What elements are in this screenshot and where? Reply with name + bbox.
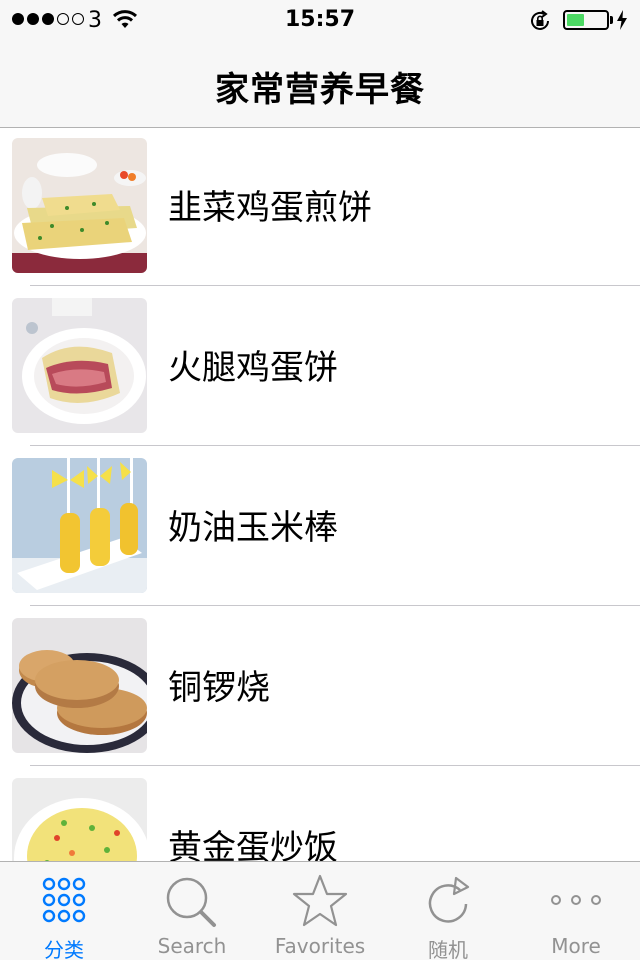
tab-more[interactable]: More bbox=[512, 862, 640, 961]
recipe-name: 铜锣烧 bbox=[168, 668, 270, 708]
list-item[interactable]: 火腿鸡蛋饼 bbox=[0, 288, 640, 448]
tab-label: 随机 bbox=[428, 938, 468, 962]
search-icon bbox=[166, 877, 216, 927]
row-separator bbox=[30, 285, 640, 286]
row-separator bbox=[30, 445, 640, 446]
row-separator bbox=[30, 605, 640, 606]
recipe-thumbnail bbox=[12, 778, 147, 861]
tab-bar: 分类 Search Favorites 随机 More bbox=[0, 861, 640, 962]
tab-categories[interactable]: 分类 bbox=[0, 862, 128, 962]
tab-favorites[interactable]: Favorites bbox=[256, 862, 384, 961]
tab-search[interactable]: Search bbox=[128, 862, 256, 961]
recipe-thumbnail bbox=[12, 138, 147, 273]
list-item[interactable]: 韭菜鸡蛋煎饼 bbox=[0, 128, 640, 288]
row-separator bbox=[30, 765, 640, 766]
refresh-icon bbox=[428, 876, 470, 923]
recipe-name: 黄金蛋炒饭 bbox=[168, 828, 338, 861]
tab-random[interactable]: 随机 bbox=[384, 862, 512, 962]
list-item[interactable]: 奶油玉米棒 bbox=[0, 448, 640, 608]
recipe-name: 奶油玉米棒 bbox=[168, 508, 338, 548]
list-item[interactable]: 黄金蛋炒饭 bbox=[0, 768, 640, 861]
recipe-thumbnail bbox=[12, 458, 147, 593]
tab-label: Favorites bbox=[274, 934, 366, 958]
recipe-name: 韭菜鸡蛋煎饼 bbox=[168, 188, 372, 228]
star-icon bbox=[292, 874, 348, 927]
rotation-lock-icon bbox=[531, 10, 549, 30]
recipe-list[interactable]: 韭菜鸡蛋煎饼 火腿鸡蛋饼 奶油玉米棒 铜锣烧 黄金蛋炒饭 bbox=[0, 128, 640, 861]
tab-label: Search bbox=[157, 934, 227, 958]
list-item[interactable]: 铜锣烧 bbox=[0, 608, 640, 768]
recipe-name: 火腿鸡蛋饼 bbox=[168, 348, 338, 388]
battery-tip bbox=[610, 16, 613, 24]
tab-label: More bbox=[551, 934, 601, 958]
navigation-bar: 家常营养早餐 bbox=[0, 40, 640, 128]
charging-bolt-icon bbox=[617, 10, 627, 30]
recipe-thumbnail bbox=[12, 618, 147, 753]
grid-dots-icon bbox=[42, 877, 86, 923]
more-dots-icon bbox=[551, 895, 601, 905]
tab-label: 分类 bbox=[44, 938, 84, 962]
page-title: 家常营养早餐 bbox=[215, 70, 425, 110]
recipe-thumbnail bbox=[12, 298, 147, 433]
status-bar: 3 15:57 bbox=[0, 0, 640, 40]
battery-icon bbox=[563, 10, 609, 30]
